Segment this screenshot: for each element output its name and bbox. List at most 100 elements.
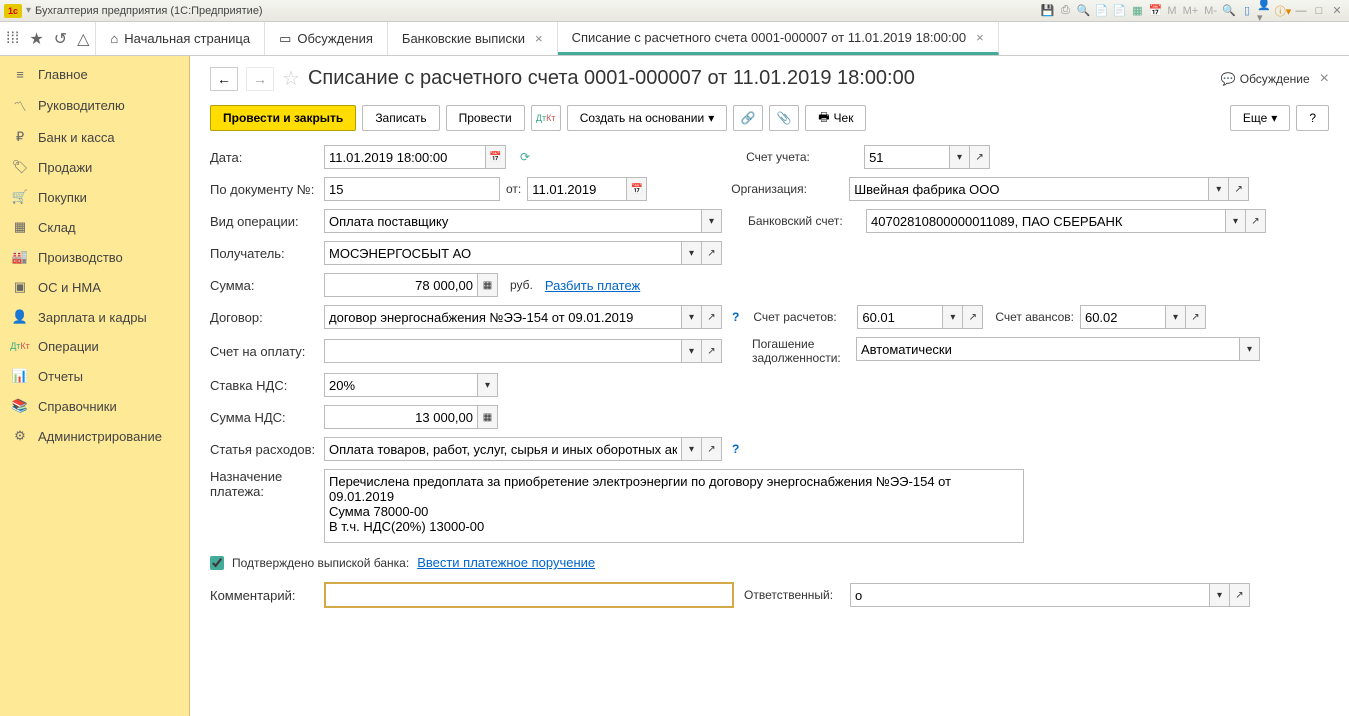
post-button[interactable]: Провести [446, 105, 525, 131]
expense-input[interactable] [324, 437, 682, 461]
calc-button[interactable]: ▦ [478, 273, 498, 297]
check-button[interactable]: 🖶 Чек [805, 105, 866, 131]
bankacc-input[interactable] [866, 209, 1226, 233]
dropdown-button[interactable]: ▾ [682, 305, 702, 329]
history-icon[interactable]: ↺ [54, 29, 67, 49]
save-icon[interactable]: 💾 [1039, 3, 1055, 19]
back-button[interactable]: ← [210, 67, 238, 91]
discuss-button[interactable]: 💬 Обсуждение [1221, 72, 1310, 86]
calendar-icon[interactable]: 📅 [1147, 3, 1163, 19]
account-input[interactable] [864, 145, 950, 169]
payacc-input[interactable] [324, 339, 682, 363]
open-button[interactable]: ↗ [702, 241, 722, 265]
favorite-button[interactable]: ☆ [282, 66, 300, 91]
help-icon[interactable]: ? [728, 442, 743, 456]
dropdown-button[interactable]: ▾ [478, 373, 498, 397]
confirmed-checkbox[interactable] [210, 556, 224, 570]
tab-discuss[interactable]: ▭ Обсуждения [265, 22, 388, 55]
dropdown-button[interactable]: ▾ [1210, 583, 1230, 607]
date-input[interactable] [324, 145, 486, 169]
recipient-input[interactable] [324, 241, 682, 265]
help-icon[interactable]: ? [728, 310, 743, 324]
tab-close-icon[interactable]: × [976, 30, 984, 45]
open-button[interactable]: ↗ [963, 305, 983, 329]
sidebar-item-sales[interactable]: 🏷Продажи [0, 152, 189, 182]
dropdown-button[interactable]: ▾ [1166, 305, 1186, 329]
post-close-button[interactable]: Провести и закрыть [210, 105, 356, 131]
sidebar-item-main[interactable]: ≡Главное [0, 60, 189, 89]
open-button[interactable]: ↗ [1246, 209, 1266, 233]
doc2-icon[interactable]: 📄 [1111, 3, 1127, 19]
advacc-input[interactable] [1080, 305, 1166, 329]
tab-close-icon[interactable]: × [535, 31, 543, 46]
create-based-button[interactable]: Создать на основании ▾ [567, 105, 728, 131]
print-icon[interactable]: ⎙ [1057, 3, 1073, 19]
star-icon[interactable]: ★ [29, 29, 43, 49]
open-button[interactable]: ↗ [970, 145, 990, 169]
sidebar-item-refs[interactable]: 📚Справочники [0, 391, 189, 421]
sum-input[interactable] [324, 273, 478, 297]
info-icon[interactable]: ⓘ▾ [1275, 3, 1291, 19]
open-button[interactable]: ↗ [1229, 177, 1249, 201]
doc1-icon[interactable]: 📄 [1093, 3, 1109, 19]
open-button[interactable]: ↗ [702, 339, 722, 363]
dropdown-button[interactable]: ▾ [1240, 337, 1260, 361]
close-icon[interactable]: ✕ [1329, 3, 1345, 19]
zoom-icon[interactable]: 🔍 [1221, 3, 1237, 19]
open-button[interactable]: ↗ [1186, 305, 1206, 329]
calendar-button[interactable]: 📅 [627, 177, 647, 201]
org-input[interactable] [849, 177, 1209, 201]
enter-payment-link[interactable]: Ввести платежное поручение [417, 555, 595, 570]
sidebar-item-reports[interactable]: 📊Отчеты [0, 361, 189, 391]
dropdown-button[interactable]: ▾ [1209, 177, 1229, 201]
dropdown-icon[interactable]: ▾ [26, 5, 31, 16]
sidebar-item-bank[interactable]: ₽Банк и касса [0, 122, 189, 152]
sidebar-item-os[interactable]: ▣ОС и НМА [0, 272, 189, 302]
calendar-button[interactable]: 📅 [486, 145, 506, 169]
split-payment-link[interactable]: Разбить платеж [545, 278, 640, 293]
apps-icon[interactable]: ⁞⁞⁞ [6, 30, 19, 48]
calc-icon[interactable]: ▦ [1129, 3, 1145, 19]
debt-input[interactable] [856, 337, 1240, 361]
help-button[interactable]: ? [1296, 105, 1329, 131]
contract-input[interactable] [324, 305, 682, 329]
dropdown-button[interactable]: ▾ [702, 209, 722, 233]
mminus-icon[interactable]: M- [1202, 5, 1219, 17]
sidebar-item-ops[interactable]: ДтКтОперации [0, 332, 189, 361]
link-button[interactable]: 🔗 [733, 105, 763, 131]
user-icon[interactable]: 👤▾ [1257, 3, 1273, 19]
close-doc-button[interactable]: × [1320, 70, 1329, 88]
dropdown-button[interactable]: ▾ [943, 305, 963, 329]
forward-button[interactable]: → [246, 67, 274, 91]
optype-input[interactable] [324, 209, 702, 233]
open-button[interactable]: ↗ [702, 305, 722, 329]
open-button[interactable]: ↗ [702, 437, 722, 461]
mplus-icon[interactable]: M+ [1181, 5, 1201, 17]
calcacc-input[interactable] [857, 305, 943, 329]
vatrate-input[interactable] [324, 373, 478, 397]
dropdown-button[interactable]: ▾ [1226, 209, 1246, 233]
vatsum-input[interactable] [324, 405, 478, 429]
sidebar-item-admin[interactable]: ⚙Администрирование [0, 421, 189, 451]
open-button[interactable]: ↗ [1230, 583, 1250, 607]
refresh-icon[interactable]: ⟳ [520, 150, 530, 164]
calc-button[interactable]: ▦ [478, 405, 498, 429]
tab-current[interactable]: Списание с расчетного счета 0001-000007 … [558, 22, 999, 55]
dropdown-button[interactable]: ▾ [682, 437, 702, 461]
comment-input[interactable] [324, 582, 734, 608]
more-button[interactable]: Еще ▾ [1230, 105, 1290, 131]
tab-home[interactable]: ⌂ Начальная страница [96, 22, 265, 55]
sidebar-item-prod[interactable]: 🏭Производство [0, 242, 189, 272]
m-icon[interactable]: M [1165, 5, 1178, 17]
dropdown-button[interactable]: ▾ [682, 339, 702, 363]
sidebar-item-stock[interactable]: ▦Склад [0, 212, 189, 242]
docnum-input[interactable] [324, 177, 500, 201]
maximize-icon[interactable]: □ [1311, 3, 1327, 19]
sidebar-item-salary[interactable]: 👤Зарплата и кадры [0, 302, 189, 332]
resp-input[interactable] [850, 583, 1210, 607]
attach-button[interactable]: 📎 [769, 105, 799, 131]
minimize-icon[interactable]: — [1293, 3, 1309, 19]
from-date-input[interactable] [527, 177, 627, 201]
sidebar-item-buy[interactable]: 🛒Покупки [0, 182, 189, 212]
dtkt-button[interactable]: ДтКт [531, 105, 561, 131]
